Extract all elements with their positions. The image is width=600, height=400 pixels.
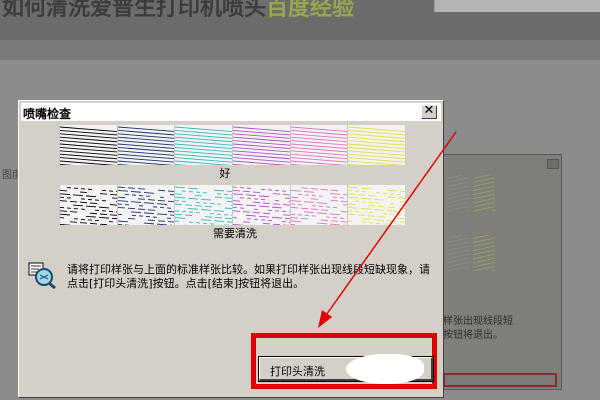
annotation-arrow [318,131,457,328]
